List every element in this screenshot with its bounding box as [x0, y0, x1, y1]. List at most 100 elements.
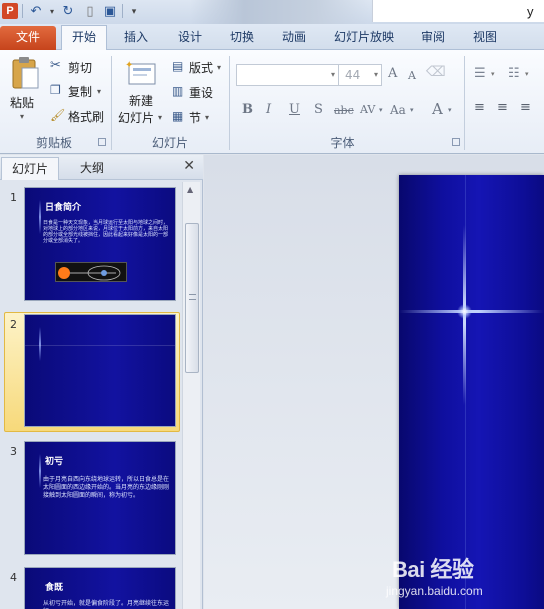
window-title: y	[527, 4, 534, 19]
tab-animations[interactable]: 动画	[270, 26, 318, 50]
slide-body: 从初亏开始，就是偏食阶段了。月亮继续往东运行	[43, 600, 170, 609]
shadow-button[interactable]: S	[314, 102, 323, 117]
cut-button[interactable]: 剪切	[68, 59, 92, 76]
change-case-button[interactable]: Aa	[390, 103, 406, 117]
slide-number: 3	[10, 445, 17, 458]
powerpoint-logo-icon[interactable]: P	[2, 3, 18, 19]
bold-button[interactable]: B	[242, 102, 253, 117]
tab-review[interactable]: 审阅	[410, 26, 456, 50]
watermark-logo: Bai 经验	[392, 557, 474, 582]
tab-design[interactable]: 设计	[166, 26, 214, 50]
shrink-font-icon[interactable]: A	[408, 69, 416, 82]
svg-text:✦: ✦	[125, 60, 133, 71]
divider	[122, 4, 123, 18]
grow-font-icon[interactable]: A	[388, 66, 397, 81]
tab-slideshow[interactable]: 幻灯片放映	[326, 26, 402, 50]
undo-dropdown-icon[interactable]: ▾	[44, 4, 60, 20]
font-launcher-icon[interactable]	[452, 138, 460, 146]
reset-button[interactable]: 重设	[189, 84, 213, 101]
close-icon[interactable]: ✕	[183, 158, 195, 174]
font-family-select[interactable]: ▾	[236, 64, 339, 86]
align-left-icon[interactable]: ≡	[474, 100, 485, 115]
slide-thumbnail-3[interactable]: 初亏 由于月亮自西向东绕地球运转，所以日食总是在太阳圆面的西边缘开始的。当月亮的…	[24, 441, 176, 555]
char-spacing-button[interactable]: AV	[360, 103, 375, 116]
tab-insert[interactable]: 插入	[112, 26, 160, 50]
redo-icon[interactable]: ↻	[60, 4, 76, 20]
format-painter-button[interactable]: 格式刷	[68, 108, 104, 125]
change-case-dropdown-icon[interactable]: ▾	[410, 106, 414, 114]
font-color-dropdown-icon[interactable]: ▾	[448, 106, 452, 114]
reset-icon[interactable]: ▥	[172, 84, 183, 98]
tab-slides[interactable]: 幻灯片	[1, 157, 59, 180]
font-group-label: 字体	[330, 136, 355, 150]
new-slide-button[interactable]: 新建	[129, 92, 153, 109]
new-file-icon[interactable]: ▯	[82, 4, 98, 20]
scroll-thumb[interactable]	[185, 223, 199, 373]
paste-button[interactable]: 粘贴	[10, 94, 34, 111]
new-slide-dropdown-icon[interactable]: ▾	[158, 113, 162, 122]
scissors-icon[interactable]: ✂	[50, 58, 61, 73]
save-icon[interactable]: ▣	[102, 4, 118, 20]
bullets-icon[interactable]: ☰	[474, 66, 486, 81]
baidu-watermark: Bai 经验 jingyan.baidu.com	[384, 548, 544, 606]
tab-view[interactable]: 视图	[462, 26, 508, 50]
quick-access-toolbar: P ↶ ▾ ↻ ▯ ▣ ▾ y	[0, 0, 544, 24]
slide-glow	[39, 454, 41, 488]
slide-number: 2	[10, 318, 17, 331]
tab-outline[interactable]: 大纲	[62, 157, 122, 180]
tab-file[interactable]: 文件	[0, 26, 56, 50]
align-center-icon[interactable]: ≡	[497, 100, 508, 115]
window-title-blur	[190, 0, 370, 24]
underline-button[interactable]: U	[289, 102, 300, 117]
star-core	[457, 304, 472, 319]
bullets-dropdown-icon[interactable]: ▾	[491, 70, 495, 78]
copy-dropdown-icon[interactable]: ▾	[97, 87, 101, 96]
copy-button[interactable]: 复制	[68, 83, 92, 100]
format-painter-icon[interactable]: 🖌	[50, 108, 65, 122]
panel-tabs: 幻灯片 大纲 ✕	[0, 155, 203, 180]
slide-thumbnail-1[interactable]: 日食简介 日食是一种天文现象，当月球运行至太阳与地球之间时，对地球上的部分地区来…	[24, 187, 176, 301]
clear-format-icon[interactable]: ⌫	[426, 64, 446, 80]
customize-toolbar-icon[interactable]: ▾	[126, 4, 142, 20]
font-size-select[interactable]: 44 ▾	[338, 64, 382, 86]
slides-panel: 幻灯片 大纲 ✕ 1 日食简介 日食是一种天文现象，当月球运行至太阳与地球之间时…	[0, 155, 203, 609]
ribbon-home: 粘贴 ▾ ✂ 剪切 ❐ 复制 ▾ 🖌 格式刷 剪贴板 ✦ 新建 幻灯片 ▾ ▤ …	[0, 50, 544, 154]
slide-canvas[interactable]	[399, 175, 544, 609]
paste-dropdown-icon[interactable]: ▾	[20, 112, 24, 121]
new-slide-label[interactable]: 幻灯片	[118, 109, 154, 126]
tab-transitions[interactable]: 切换	[218, 26, 266, 50]
section-dropdown-icon[interactable]: ▾	[205, 113, 209, 122]
section-icon[interactable]: ▦	[172, 109, 183, 123]
char-spacing-dropdown-icon[interactable]: ▾	[379, 106, 383, 114]
slide-background	[25, 315, 175, 426]
scroll-up-icon[interactable]: ▲	[187, 185, 193, 194]
slide-number: 1	[10, 191, 17, 204]
align-right-icon[interactable]: ≡	[520, 100, 531, 115]
layout-button[interactable]: 版式	[189, 59, 213, 76]
panel-scrollbar[interactable]: ▲	[182, 182, 200, 609]
layout-dropdown-icon[interactable]: ▾	[217, 63, 221, 72]
numbering-icon[interactable]: ☷	[508, 66, 520, 81]
undo-icon[interactable]: ↶	[28, 4, 44, 20]
slide-title: 食既	[45, 583, 64, 593]
grip-icon	[189, 294, 196, 300]
slides-group-label: 幻灯片	[151, 136, 188, 150]
copy-icon[interactable]: ❐	[50, 83, 61, 97]
clipboard-launcher-icon[interactable]	[98, 138, 106, 146]
new-slide-icon[interactable]: ✦	[125, 58, 157, 88]
strikethrough-button[interactable]: abc	[334, 104, 354, 117]
font-color-button[interactable]: A	[432, 100, 443, 118]
tab-home[interactable]: 开始	[61, 25, 107, 51]
slide-editor	[204, 155, 544, 609]
slide-thumbnail-4[interactable]: 食既 从初亏开始，就是偏食阶段了。月亮继续往东运行	[24, 567, 176, 609]
layout-icon[interactable]: ▤	[172, 59, 183, 73]
watermark-url: jingyan.baidu.com	[386, 584, 483, 598]
slide-body: 由于月亮自西向东绕地球运转，所以日食总是在太阳圆面的西边缘开始的。当月亮的东边缘…	[43, 476, 170, 499]
numbering-dropdown-icon[interactable]: ▾	[525, 70, 529, 78]
paste-icon[interactable]	[10, 56, 40, 90]
slide-thumbnail-2[interactable]	[24, 314, 176, 427]
section-button[interactable]: 节	[189, 109, 201, 126]
slide-line	[25, 345, 175, 346]
italic-button[interactable]: I	[266, 102, 271, 117]
slide-title: 日食简介	[45, 203, 82, 213]
